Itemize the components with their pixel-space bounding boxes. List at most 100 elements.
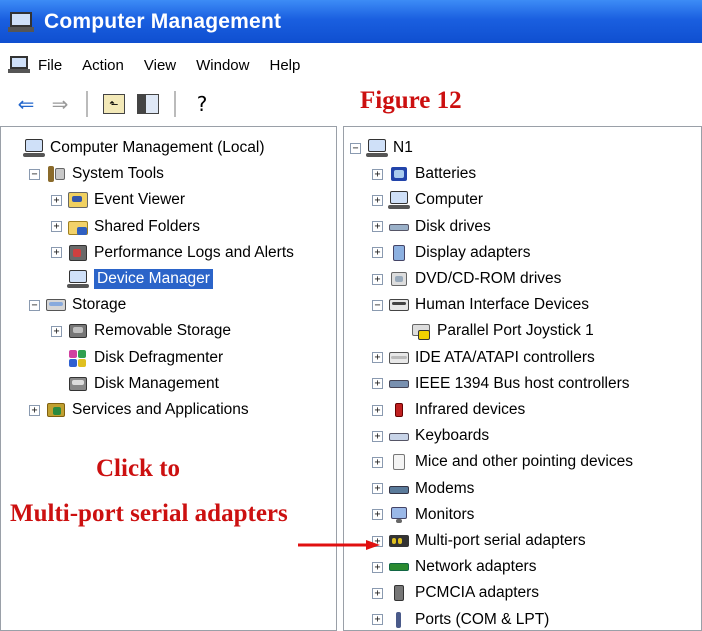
computer-icon [366,138,388,158]
expand-icon[interactable]: + [51,325,62,337]
shared-folder-icon [67,217,89,237]
device-tree-item[interactable]: + Multi-port serial adapters [372,528,586,554]
menu-file[interactable]: File [30,57,72,74]
expand-icon[interactable]: + [372,194,383,206]
expand-icon[interactable]: + [372,587,383,599]
device-tree-item[interactable]: − N1 [350,135,413,161]
device-tree-item[interactable]: + DVD/CD-ROM drives [372,266,561,292]
collapse-icon[interactable]: − [29,299,40,311]
device-tree-item-label: Ports (COM & LPT) [415,610,550,628]
ide-controller-icon [388,348,410,368]
device-tree-item-label: Display adapters [415,243,531,261]
expand-icon[interactable]: + [372,273,383,285]
device-tree-item-label: Human Interface Devices [415,296,590,314]
toolbar-separator [174,91,176,117]
console-tree-item-label: Shared Folders [94,217,200,235]
display-adapter-icon [388,243,410,263]
annotation-line-1: Click to [96,455,181,482]
device-tree-item[interactable]: + Mice and other pointing devices [372,449,633,475]
monitor-icon [388,505,410,525]
expand-icon[interactable]: + [372,456,383,468]
menu-bar: File Action View Window Help [0,50,702,80]
console-tree-item[interactable]: + Services and Applications [29,397,249,423]
forward-arrow-icon[interactable]: ⇒ [46,90,74,118]
expand-icon[interactable]: + [372,352,383,364]
device-tree-item-label: Network adapters [415,558,537,576]
menu-action[interactable]: Action [72,57,134,74]
device-tree-item[interactable]: + Network adapters [372,554,536,580]
collapse-icon[interactable]: − [350,142,361,154]
expand-icon[interactable]: + [29,404,40,416]
device-tree-item[interactable]: + IDE ATA/ATAPI controllers [372,345,595,371]
console-tree-item[interactable]: + Shared Folders [51,214,200,240]
expand-icon[interactable]: + [372,430,383,442]
device-tree-item-label: Computer [415,191,484,209]
console-tree-item[interactable]: − System Tools [29,161,164,187]
show-hide-tree-icon[interactable] [134,90,162,118]
console-tree-item-label: System Tools [72,165,164,183]
back-arrow-icon[interactable]: ⇐ [12,90,40,118]
computer-management-icon [8,11,34,33]
expand-icon[interactable]: + [372,221,383,233]
expand-icon[interactable]: + [372,378,383,390]
expand-icon[interactable]: + [372,614,383,626]
expand-icon[interactable]: + [372,168,383,180]
device-tree-item[interactable]: + Infrared devices [372,397,525,423]
device-tree-item[interactable]: + Display adapters [372,240,530,266]
device-tree-item-label: Disk drives [415,217,491,235]
device-tree-item[interactable]: + Batteries [372,161,476,187]
device-tree-item-label: Multi-port serial adapters [415,532,586,549]
event-viewer-icon [67,190,89,210]
menu-view[interactable]: View [134,57,186,74]
console-tree-item[interactable]: Disk Defragmenter [51,345,223,371]
console-tree-pane[interactable]: Computer Management (Local) − System Tools… [0,126,337,631]
expand-icon[interactable]: + [51,194,62,206]
toolbar-separator [86,91,88,117]
console-tree-item[interactable]: + Performance Logs and Alerts [51,240,294,266]
device-tree-item-label: Mice and other pointing devices [415,453,633,471]
cdrom-icon [388,269,410,289]
device-tree-item-label: Modems [415,479,475,497]
expand-icon[interactable]: + [372,509,383,521]
device-tree-item[interactable]: + Disk drives [372,214,491,240]
device-tree-item[interactable]: − Human Interface Devices [372,292,589,318]
computer-icon [23,138,45,158]
device-tree-item[interactable]: + Keyboards [372,423,489,449]
menu-help[interactable]: Help [259,57,310,74]
device-tree-item[interactable]: + PCMCIA adapters [372,580,539,606]
device-tree-item[interactable]: + IEEE 1394 Bus host controllers [372,371,630,397]
computer-icon [388,190,410,210]
storage-icon [45,295,67,315]
device-tree-item[interactable]: + Monitors [372,502,474,528]
console-tree-item[interactable]: Device Manager [51,266,213,292]
ports-icon [388,610,410,630]
console-tree-item[interactable]: + Removable Storage [51,318,231,344]
expand-icon[interactable]: + [372,483,383,495]
device-tree-pane[interactable]: − N1 + Batteries + Computer + Disk drives + Displ… [343,126,702,631]
console-tree-item[interactable]: − Storage [29,292,126,318]
device-tree-item[interactable]: + Modems [372,476,474,502]
expand-icon[interactable]: + [372,561,383,573]
device-tree-item[interactable]: + Computer [372,187,483,213]
window-title: Computer Management [44,9,282,33]
console-tree-item[interactable]: + Event Viewer [51,187,185,213]
up-folder-icon[interactable]: ⬑ [100,90,128,118]
expand-icon[interactable]: + [51,247,62,259]
infrared-icon [388,400,410,420]
device-tree-item-label: Monitors [415,505,475,523]
disk-drive-icon [388,217,410,237]
collapse-icon[interactable]: − [29,168,40,180]
menu-window[interactable]: Window [186,57,259,74]
collapse-icon[interactable]: − [372,299,383,311]
console-tree-item[interactable]: Disk Management [51,371,219,397]
console-tree-item[interactable]: Computer Management (Local) [7,135,265,161]
tools-icon [45,164,67,184]
help-icon[interactable]: ? [188,90,216,118]
device-tree-item-label: N1 [393,139,413,156]
device-tree-item[interactable]: + Ports (COM & LPT) [372,607,549,631]
system-menu-icon[interactable] [8,55,30,75]
expand-icon[interactable]: + [51,221,62,233]
expand-icon[interactable]: + [372,247,383,259]
expand-icon[interactable]: + [372,404,383,416]
device-tree-item[interactable]: Parallel Port Joystick 1 [394,318,594,344]
